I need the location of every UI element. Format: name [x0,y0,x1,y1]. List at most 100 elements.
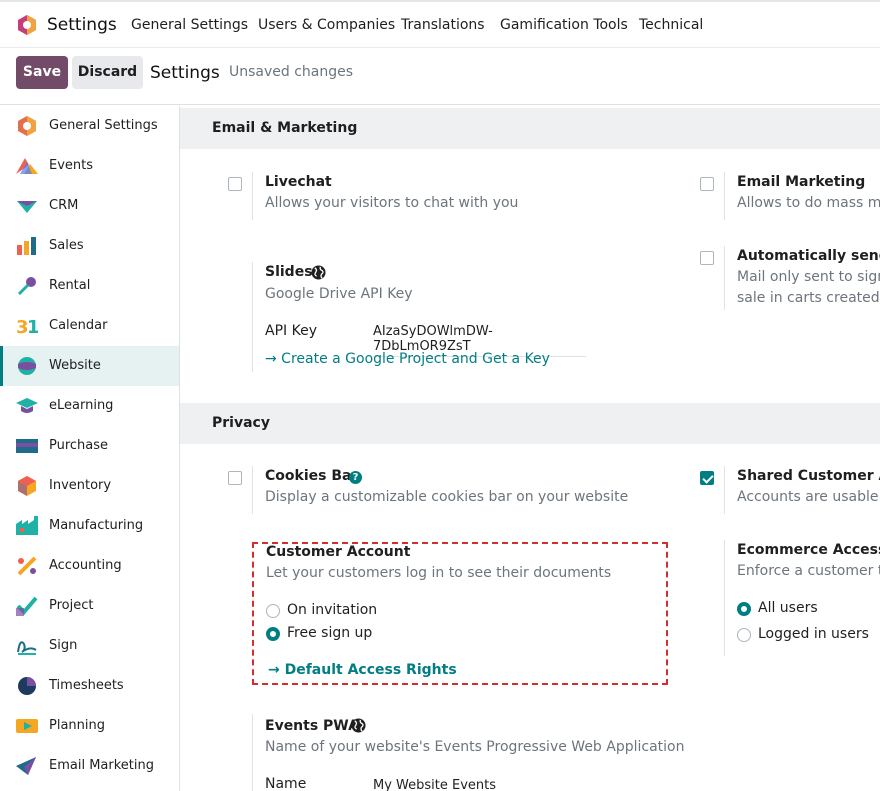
menu-technical[interactable]: Technical [639,17,703,33]
ecommerce-access-desc: Enforce a customer to [737,563,880,579]
discard-button[interactable]: Discard [72,56,143,89]
app-name[interactable]: Settings [47,15,117,35]
accounting-icon [17,556,37,576]
sidebar-item-elearning[interactable]: eLearning [0,386,179,426]
events-icon [16,158,38,174]
sidebar-item-label: Manufacturing [49,518,144,533]
email-marketing-desc: Allows to do mass mail [737,195,880,211]
menu-users-companies[interactable]: Users & Companies [258,17,395,33]
divider [724,540,725,656]
sidebar-item-calendar[interactable]: 31 Calendar [0,306,179,346]
calendar-icon: 31 [16,317,38,336]
sidebar-item-label: eLearning [49,398,114,413]
cookies-bar-title: Cookies Bar [265,468,359,484]
email-marketing-icon [16,757,36,775]
planning-icon [16,719,38,733]
divider [724,466,725,514]
free-signup-label[interactable]: Free sign up [287,625,372,641]
sidebar-item-sign[interactable]: Sign [0,626,179,666]
abandoned-cart-title: Automatically send ab [737,248,880,264]
api-key-label: API Key [265,323,317,339]
cookies-bar-desc: Display a customizable cookies bar on yo… [265,489,629,505]
sidebar-item-email-marketing[interactable]: Email Marketing [0,746,179,786]
create-google-project-link[interactable]: → Create a Google Project and Get a Key [265,351,550,367]
menu-general-settings[interactable]: General Settings [131,17,248,33]
divider [252,466,253,514]
sidebar-item-general-settings[interactable]: General Settings [0,106,179,146]
sign-icon [17,641,37,655]
odoo-settings-logo-icon[interactable] [16,14,38,36]
control-panel: Save Discard Settings Unsaved changes [0,48,880,105]
sidebar-item-label: Calendar [49,318,108,333]
free-signup-radio[interactable] [266,627,280,641]
abandoned-cart-desc: Mail only sent to signe [737,269,880,285]
sidebar-item-inventory[interactable]: Inventory [0,466,179,506]
page-title: Settings [150,63,220,83]
shared-customer-checkbox[interactable] [700,471,714,485]
settings-content: Email & Marketing Livechat Allows your v… [180,106,880,791]
sidebar-item-label: Timesheets [49,678,124,693]
sales-icon [17,237,36,255]
customer-account-title: Customer Account [266,544,411,560]
email-marketing-checkbox[interactable] [700,177,714,191]
sidebar-item-label: Events [49,158,94,173]
sidebar-item-manufacturing[interactable]: Manufacturing [0,506,179,546]
sidebar-item-timesheets[interactable]: Timesheets [0,666,179,706]
on-invitation-radio[interactable] [266,604,280,618]
menu-gamification-tools[interactable]: Gamification Tools [500,17,628,33]
manufacturing-icon [16,516,38,535]
sidebar-item-label: Sign [49,638,78,653]
all-users-label[interactable]: All users [758,600,818,616]
cookies-bar-checkbox[interactable] [228,471,242,485]
sidebar-item-website[interactable]: Website [0,346,179,386]
sidebar-item-label: Email Marketing [49,758,154,773]
divider [252,714,253,791]
sidebar-item-label: Website [49,358,101,373]
project-icon [16,596,38,616]
settings-sidebar: General Settings Events CRM Sales Rental… [0,106,180,791]
pwa-name-input[interactable]: My Website Events [373,776,586,791]
all-users-radio[interactable] [737,602,751,616]
logged-in-users-radio[interactable] [737,628,751,642]
sidebar-item-label: Project [49,598,94,613]
elearning-icon [16,398,38,413]
inventory-icon [18,476,36,496]
menu-translations[interactable]: Translations [401,17,485,33]
shared-customer-title: Shared Customer Acco [737,468,880,484]
odoo-logo-icon [18,116,36,136]
abandoned-cart-desc-2: sale in carts created af [737,290,880,306]
pwa-name-label: Name [265,776,307,791]
sidebar-item-rental[interactable]: Rental [0,266,179,306]
crm-icon [17,201,37,213]
help-icon[interactable]: ? [349,471,362,484]
customer-account-desc: Let your customers log in to see their d… [266,565,612,581]
save-button[interactable]: Save [16,56,68,89]
sidebar-item-sales[interactable]: Sales [0,226,179,266]
sidebar-item-label: CRM [49,198,79,213]
sidebar-item-planning[interactable]: Planning [0,706,179,746]
email-marketing-title: Email Marketing [737,174,866,190]
livechat-title: Livechat [265,174,332,190]
livechat-checkbox[interactable] [228,177,242,191]
abandoned-cart-checkbox[interactable] [700,251,714,265]
events-pwa-desc: Name of your website's Events Progressiv… [265,739,685,755]
sidebar-item-label: Rental [49,278,91,293]
sidebar-item-crm[interactable]: CRM [0,186,179,226]
sidebar-item-label: Purchase [49,438,109,453]
on-invitation-label[interactable]: On invitation [287,602,377,618]
sidebar-item-label: Sales [49,238,84,253]
sidebar-item-purchase[interactable]: Purchase [0,426,179,466]
divider [724,172,725,220]
sidebar-item-events[interactable]: Events [0,146,179,186]
sidebar-item-accounting[interactable]: Accounting [0,546,179,586]
globe-icon [351,718,366,733]
section-header-privacy: Privacy [180,403,880,444]
slides-title: Slides [265,264,313,280]
divider [724,246,725,310]
globe-icon [311,265,326,280]
slides-desc: Google Drive API Key [265,286,413,302]
sidebar-item-project[interactable]: Project [0,586,179,626]
divider [252,262,253,372]
logged-in-users-label[interactable]: Logged in users [758,626,869,642]
default-access-rights-link[interactable]: → Default Access Rights [268,662,457,678]
